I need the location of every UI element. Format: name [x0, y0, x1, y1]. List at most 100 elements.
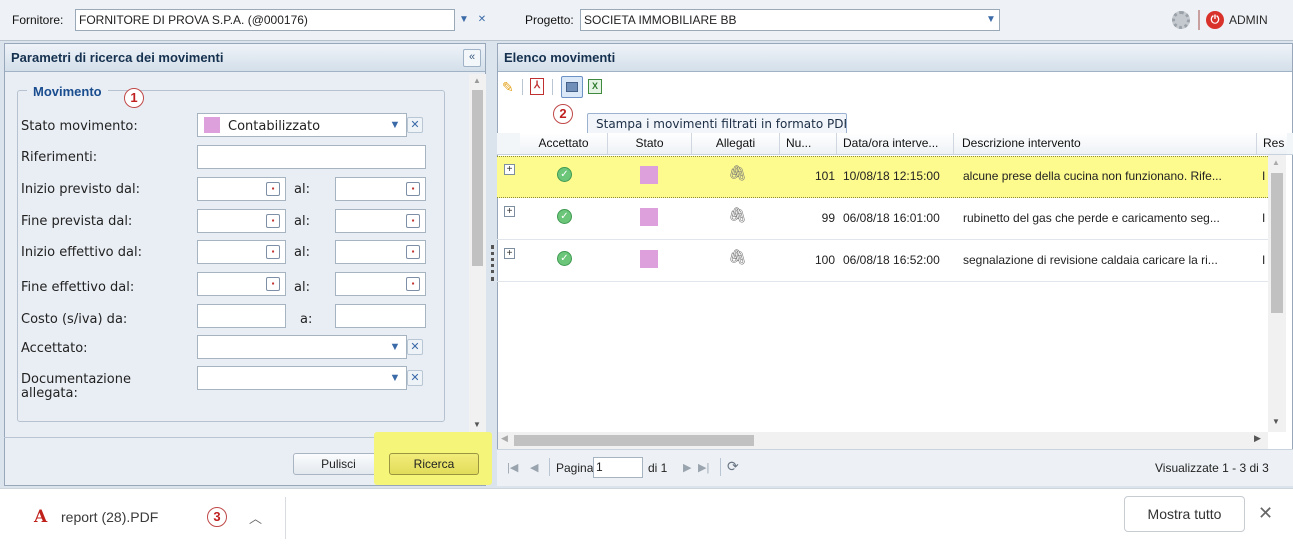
prev-page-icon[interactable]: ◀: [530, 461, 538, 474]
print-pdf-button[interactable]: [561, 76, 583, 98]
row-description: rubinetto del gas che perde e caricament…: [963, 211, 1220, 225]
search-params-title: Parametri di ricerca dei movimenti: [5, 44, 485, 72]
download-divider: [285, 497, 286, 539]
fornitore-dropdown-icon[interactable]: ▼: [455, 10, 473, 30]
user-name[interactable]: ADMIN: [1229, 13, 1268, 27]
page-number-input[interactable]: 1: [593, 457, 643, 478]
costo-label: Costo (s/iva) da:: [21, 312, 128, 327]
accepted-check-icon: ✓: [557, 167, 572, 182]
inizio-previsto-al-input[interactable]: ▪: [335, 177, 426, 201]
calendar-icon[interactable]: ▪: [406, 214, 420, 228]
collapse-panel-icon[interactable]: «: [463, 49, 481, 67]
stato-select[interactable]: Contabilizzato ▼: [197, 113, 407, 137]
fine-effettivo-al-input[interactable]: ▪: [335, 272, 426, 296]
calendar-icon[interactable]: ▪: [266, 277, 280, 291]
al-label: al:: [294, 182, 310, 197]
next-page-icon[interactable]: ▶: [683, 461, 691, 474]
grid-vertical-scrollbar[interactable]: ▲ ▼: [1268, 155, 1286, 432]
grid-vscroll-thumb[interactable]: [1271, 173, 1283, 313]
power-icon[interactable]: ⏻: [1206, 11, 1224, 29]
progetto-dropdown-icon[interactable]: ▼: [982, 10, 1000, 30]
row-description: alcune prese della cucina non funzionano…: [963, 169, 1222, 183]
documentazione-clear-icon[interactable]: ✕: [407, 370, 423, 386]
col-descrizione[interactable]: Descrizione intervento: [954, 133, 1257, 154]
col-allegati[interactable]: Allegati: [692, 133, 780, 154]
col-accettato[interactable]: Accettato: [520, 133, 608, 154]
calendar-icon[interactable]: ▪: [266, 182, 280, 196]
documentazione-select[interactable]: ▼: [197, 366, 407, 390]
accettato-select[interactable]: ▼: [197, 335, 407, 359]
paging-sep: [549, 458, 550, 476]
annotation-3-badge: 3: [207, 507, 227, 527]
accettato-dropdown-icon[interactable]: ▼: [388, 341, 402, 353]
stato-clear-icon[interactable]: ✕: [407, 117, 423, 133]
calendar-icon[interactable]: ▪: [266, 214, 280, 228]
edit-pencil-icon[interactable]: ✎: [502, 79, 514, 96]
download-file-name[interactable]: report (28).PDF: [61, 509, 158, 525]
left-scrollbar[interactable]: ▲ ▼: [469, 74, 486, 434]
gear-icon[interactable]: [1172, 11, 1190, 29]
fine-prevista-dal-input[interactable]: ▪: [197, 209, 286, 233]
documentazione-label-2: allegata:: [21, 386, 78, 401]
riferimenti-input[interactable]: [197, 145, 426, 169]
calendar-icon[interactable]: ▪: [406, 245, 420, 259]
accettato-clear-icon[interactable]: ✕: [407, 339, 423, 355]
inizio-previsto-dal-input[interactable]: ▪: [197, 177, 286, 201]
calendar-icon[interactable]: ▪: [406, 277, 420, 291]
last-page-icon[interactable]: ▶|: [698, 461, 709, 474]
printer-icon: [566, 82, 578, 92]
col-res[interactable]: Res: [1257, 133, 1287, 154]
stato-dropdown-icon[interactable]: ▼: [388, 119, 402, 131]
scroll-up-icon[interactable]: ▲: [473, 76, 481, 85]
inizio-effettivo-dal-input[interactable]: ▪: [197, 240, 286, 264]
documentazione-label: Documentazione: [21, 372, 131, 387]
fine-effettivo-dal-input[interactable]: ▪: [197, 272, 286, 296]
row-res: I: [1262, 253, 1266, 267]
costo-da-input[interactable]: [197, 304, 286, 328]
fornitore-clear-icon[interactable]: ✕: [473, 10, 491, 30]
scroll-right-icon[interactable]: ▶: [1254, 433, 1261, 444]
paperclip-icon[interactable]: 🖇: [728, 248, 747, 266]
splitter-handle[interactable]: [491, 245, 494, 281]
status-color-square: [640, 166, 658, 184]
col-stato[interactable]: Stato: [608, 133, 692, 154]
download-bar: [0, 488, 1293, 547]
left-scrollbar-thumb[interactable]: [472, 90, 483, 266]
close-icon[interactable]: ✕: [1258, 503, 1273, 524]
scroll-left-icon[interactable]: ◀: [501, 433, 508, 444]
mostra-tutto-button[interactable]: Mostra tutto: [1124, 496, 1245, 532]
calendar-icon[interactable]: ▪: [266, 245, 280, 259]
al-label: al:: [294, 280, 310, 295]
expand-row-icon[interactable]: +: [504, 248, 515, 259]
scroll-up-icon[interactable]: ▲: [1272, 158, 1280, 167]
accepted-check-icon: ✓: [557, 209, 572, 224]
page-total-label: di 1: [648, 461, 668, 475]
fornitore-combo[interactable]: FORNITORE DI PROVA S.P.A. (@000176): [75, 9, 455, 31]
scroll-down-icon[interactable]: ▼: [1272, 417, 1280, 426]
costo-a-input[interactable]: [335, 304, 426, 328]
expand-row-icon[interactable]: +: [504, 206, 515, 217]
pulisci-button[interactable]: Pulisci: [293, 453, 384, 475]
progetto-combo[interactable]: SOCIETA IMMOBILIARE BB: [580, 9, 1000, 31]
pdf-icon[interactable]: ⅄: [530, 78, 544, 95]
inizio-effettivo-al-input[interactable]: ▪: [335, 240, 426, 264]
scroll-down-icon[interactable]: ▼: [473, 420, 481, 429]
fine-prevista-al-input[interactable]: ▪: [335, 209, 426, 233]
paperclip-icon[interactable]: 🖇: [728, 164, 747, 182]
col-data-ora[interactable]: Data/ora interve...: [837, 133, 954, 154]
first-page-icon[interactable]: |◀: [507, 461, 518, 474]
col-numero[interactable]: Nu...: [780, 133, 837, 154]
riferimenti-label: Riferimenti:: [21, 150, 98, 165]
excel-icon[interactable]: X: [588, 79, 602, 94]
ricerca-button[interactable]: Ricerca: [389, 453, 479, 475]
progetto-value: SOCIETA IMMOBILIARE BB: [584, 13, 737, 27]
chevron-up-icon[interactable]: ︿: [249, 508, 262, 527]
paperclip-icon[interactable]: 🖇: [728, 206, 747, 224]
refresh-icon[interactable]: ⟳: [727, 458, 739, 475]
expand-row-icon[interactable]: +: [504, 164, 515, 175]
grid-hscroll-thumb[interactable]: [514, 435, 754, 446]
calendar-icon[interactable]: ▪: [406, 182, 420, 196]
status-color-square: [640, 208, 658, 226]
documentazione-dropdown-icon[interactable]: ▼: [388, 372, 402, 384]
grid-horizontal-scrollbar[interactable]: ◀ ▶: [498, 432, 1268, 449]
